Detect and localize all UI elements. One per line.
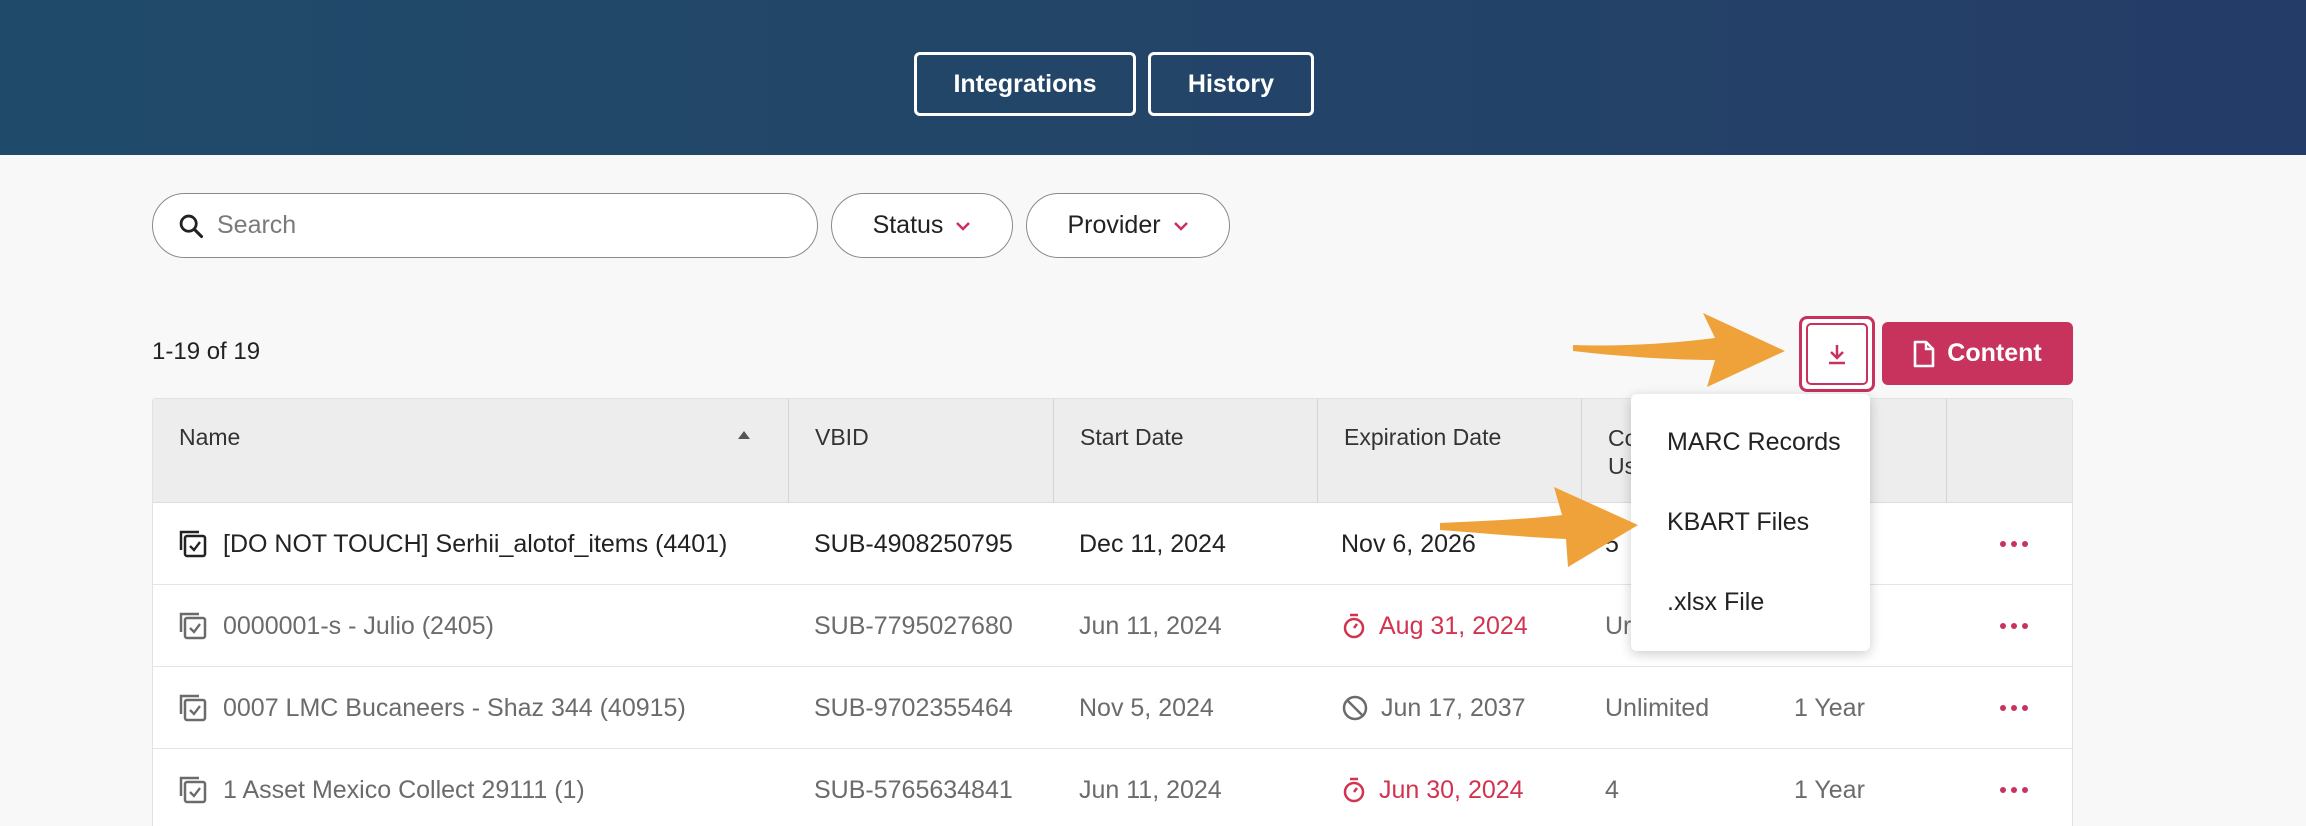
name-cell[interactable]: 1 Asset Mexico Collect 29111 (1) <box>177 749 585 826</box>
start-date-cell: Jun 11, 2024 <box>1079 775 1222 804</box>
more-options-icon <box>2000 623 2028 629</box>
annotation-arrow-icon <box>1573 313 1785 387</box>
expiration-date-cell: Aug 31, 2024 <box>1341 585 1528 667</box>
menu-item-marc-records[interactable]: MARC Records <box>1667 428 1841 457</box>
download-icon <box>1829 345 1845 365</box>
subscription-collection-icon <box>179 776 207 804</box>
chevron-down-icon <box>956 221 971 231</box>
search-box[interactable] <box>152 193 818 258</box>
provider-filter-label: Provider <box>1067 211 1161 239</box>
concurrent-users-cell: Unlimited <box>1605 693 1710 722</box>
more-options-icon <box>2000 541 2028 547</box>
annotation-arrow-icon <box>1440 487 1638 567</box>
add-content-button[interactable]: Content <box>1882 322 2073 385</box>
subscription-collection-icon <box>179 612 207 640</box>
results-count: 1-19 of 19 <box>152 338 261 365</box>
status-filter-dropdown[interactable]: Status <box>831 193 1013 258</box>
document-icon <box>1913 340 1935 367</box>
column-header-name[interactable]: Name <box>153 399 787 503</box>
expiration-date-cell: Jun 17, 2037 <box>1341 667 1526 749</box>
expiration-date-cell: Jun 30, 2024 <box>1341 749 1524 826</box>
more-options-icon <box>2000 705 2028 711</box>
name-cell[interactable]: 0000001-s - Julio (2405) <box>177 585 494 667</box>
chevron-down-icon <box>1173 221 1188 231</box>
vbid-cell: SUB-7795027680 <box>814 611 1013 640</box>
column-header-start-date[interactable]: Start Date <box>1054 399 1184 503</box>
subscription-collection-icon <box>179 694 207 722</box>
name-cell[interactable]: [DO NOT TOUCH] Serhii_alotof_items (4401… <box>177 503 727 585</box>
table-row[interactable]: 0007 LMC Bucaneers - Shaz 344 (40915) SU… <box>153 667 2072 749</box>
blocked-icon <box>1342 695 1368 721</box>
download-options-menu: MARC Records KBART Files .xlsx File <box>1631 394 1870 651</box>
history-button[interactable]: History <box>1148 52 1314 116</box>
timer-icon <box>1343 613 1365 639</box>
download-button-focus-ring <box>1806 323 1868 385</box>
vbid-cell: SUB-4908250795 <box>814 529 1013 558</box>
row-actions-button[interactable] <box>2000 749 2028 826</box>
subscription-collection-icon <box>179 530 207 558</box>
sort-ascending-icon[interactable] <box>738 431 750 439</box>
menu-item-xlsx-file[interactable]: .xlsx File <box>1667 588 1764 617</box>
concurrent-users-cell: 4 <box>1605 775 1619 804</box>
more-options-icon <box>2000 787 2028 793</box>
integrations-button[interactable]: Integrations <box>914 52 1136 116</box>
start-date-cell: Nov 5, 2024 <box>1079 693 1214 722</box>
table-row[interactable]: 1 Asset Mexico Collect 29111 (1) SUB-576… <box>153 749 2072 826</box>
duration-cell: 1 Year <box>1794 775 1865 804</box>
search-icon <box>179 214 204 238</box>
search-input[interactable] <box>217 211 777 240</box>
content-button-label: Content <box>1947 339 2042 367</box>
row-actions-button[interactable] <box>2000 503 2028 585</box>
vbid-cell: SUB-5765634841 <box>814 775 1013 804</box>
menu-item-kbart-files[interactable]: KBART Files <box>1667 508 1809 537</box>
start-date-cell: Dec 11, 2024 <box>1079 529 1226 558</box>
status-filter-label: Status <box>872 211 944 239</box>
timer-icon <box>1343 777 1365 803</box>
vbid-cell: SUB-9702355464 <box>814 693 1013 722</box>
concurrent-users-cell: Ur <box>1605 611 1632 640</box>
row-actions-button[interactable] <box>2000 585 2028 667</box>
name-cell[interactable]: 0007 LMC Bucaneers - Shaz 344 (40915) <box>177 667 686 749</box>
download-button[interactable] <box>1799 316 1875 392</box>
duration-cell: 1 Year <box>1794 693 1865 722</box>
provider-filter-dropdown[interactable]: Provider <box>1026 193 1230 258</box>
start-date-cell: Jun 11, 2024 <box>1079 611 1222 640</box>
column-header-vbid[interactable]: VBID <box>789 399 869 503</box>
column-divider <box>1946 399 1947 503</box>
top-navigation-bar: Integrations History <box>0 0 2306 155</box>
row-actions-button[interactable] <box>2000 667 2028 749</box>
